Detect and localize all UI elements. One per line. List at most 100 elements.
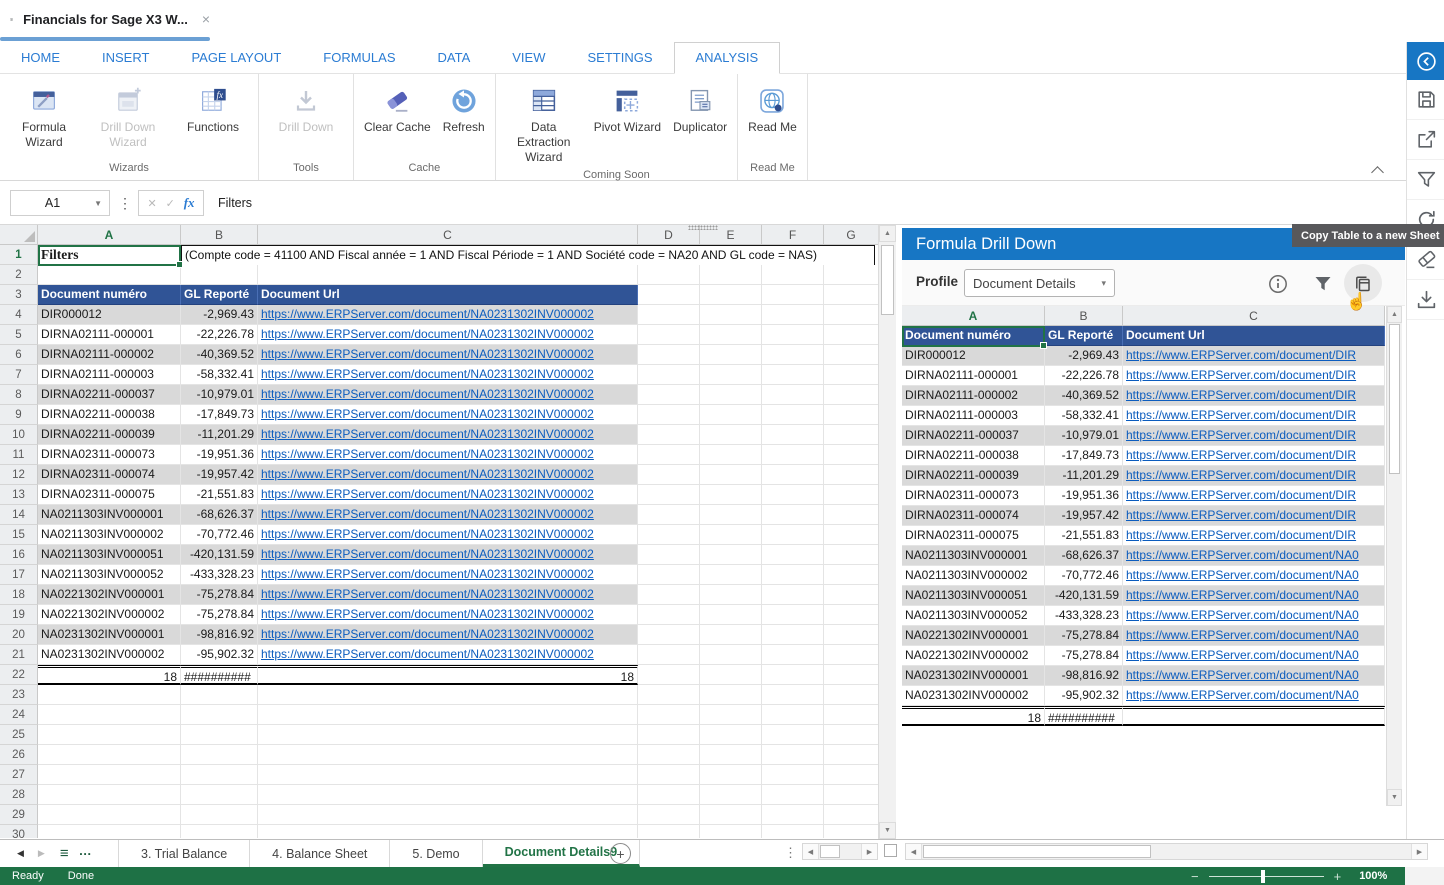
cell[interactable]: [181, 705, 258, 725]
cell[interactable]: [258, 725, 638, 745]
cell[interactable]: [762, 285, 824, 305]
document-url-link[interactable]: https://www.ERPServer.com/document/NA0: [1123, 686, 1385, 706]
cell[interactable]: [824, 745, 878, 765]
cancel-entry-icon[interactable]: ✕: [147, 197, 156, 210]
total-count-cell[interactable]: 18: [902, 706, 1045, 726]
scroll-right-icon[interactable]: ▶: [1411, 844, 1427, 859]
cell[interactable]: [700, 325, 762, 345]
ribbon-button-functions[interactable]: fxFunctions: [172, 84, 254, 137]
cell[interactable]: [38, 825, 181, 838]
document-url-link[interactable]: https://www.ERPServer.com/document/NA023…: [258, 505, 638, 525]
cell[interactable]: [762, 605, 824, 625]
cell[interactable]: [700, 785, 762, 805]
sheet-tab-4-balance-sheet[interactable]: 4. Balance Sheet: [250, 840, 390, 867]
cell[interactable]: [700, 425, 762, 445]
cell[interactable]: [258, 705, 638, 725]
cell[interactable]: [762, 345, 824, 365]
cell[interactable]: [38, 265, 181, 285]
sheet-tab-3-trial-balance[interactable]: 3. Trial Balance: [118, 840, 250, 867]
row-header-2[interactable]: 2: [0, 265, 38, 285]
row-header-30[interactable]: 30: [0, 825, 38, 838]
row-header-21[interactable]: 21: [0, 645, 38, 665]
cell[interactable]: [824, 725, 878, 745]
ribbon-tab-analysis[interactable]: ANALYSIS: [674, 42, 781, 74]
cell[interactable]: [38, 765, 181, 785]
cell[interactable]: [638, 805, 700, 825]
document-url-link[interactable]: https://www.ERPServer.com/document/NA023…: [258, 625, 638, 645]
cell[interactable]: [824, 445, 878, 465]
panel-table-header-document-url[interactable]: Document Url: [1123, 326, 1385, 346]
cell[interactable]: [638, 505, 700, 525]
cell[interactable]: [700, 305, 762, 325]
collapse-ribbon-icon[interactable]: [1370, 166, 1386, 176]
document-url-link[interactable]: https://www.ERPServer.com/document/DIR: [1123, 446, 1385, 466]
collapse-panel-button[interactable]: [1407, 42, 1444, 80]
cell[interactable]: [824, 825, 878, 838]
gl-amount-cell[interactable]: -95,902.32: [1045, 686, 1123, 706]
cell[interactable]: [638, 405, 700, 425]
confirm-entry-icon[interactable]: ✓: [166, 197, 175, 210]
document-number-cell[interactable]: NA0231302INV000001: [902, 666, 1045, 686]
document-number-cell[interactable]: NA0231302INV000001: [38, 625, 181, 645]
document-number-cell[interactable]: DIRNA02211-000039: [902, 466, 1045, 486]
gl-amount-cell[interactable]: -11,201.29: [1045, 466, 1123, 486]
cell[interactable]: [638, 425, 700, 445]
grid-horizontal-scrollbar[interactable]: ◀ ▶: [802, 843, 878, 860]
gl-amount-cell[interactable]: -2,969.43: [1045, 346, 1123, 366]
cell[interactable]: [258, 825, 638, 838]
share-icon[interactable]: [1407, 120, 1444, 160]
cell[interactable]: [762, 485, 824, 505]
cell[interactable]: [38, 685, 181, 705]
cell[interactable]: [181, 785, 258, 805]
cell[interactable]: [762, 405, 824, 425]
gl-amount-cell[interactable]: -19,951.36: [181, 445, 258, 465]
cell[interactable]: [181, 265, 258, 285]
cell[interactable]: [700, 385, 762, 405]
gl-amount-cell[interactable]: -19,957.42: [181, 465, 258, 485]
row-header-15[interactable]: 15: [0, 525, 38, 545]
document-number-cell[interactable]: DIRNA02311-000073: [38, 445, 181, 465]
row-header-4[interactable]: 4: [0, 305, 38, 325]
cell[interactable]: [638, 565, 700, 585]
cell[interactable]: [638, 305, 700, 325]
select-all-corner[interactable]: [0, 225, 38, 245]
cell[interactable]: [824, 385, 878, 405]
name-box[interactable]: A1 ▼: [10, 190, 110, 216]
ribbon-button-formula-wizard[interactable]: Formula Wizard: [4, 84, 84, 152]
ribbon-tab-page-layout[interactable]: PAGE LAYOUT: [170, 43, 302, 73]
gl-amount-cell[interactable]: -17,849.73: [1045, 446, 1123, 466]
zoom-slider[interactable]: [1209, 876, 1324, 877]
cell[interactable]: [638, 525, 700, 545]
row-header-9[interactable]: 9: [0, 405, 38, 425]
row-header-14[interactable]: 14: [0, 505, 38, 525]
gl-amount-cell[interactable]: -70,772.46: [1045, 566, 1123, 586]
document-url-link[interactable]: https://www.ERPServer.com/document/DIR: [1123, 526, 1385, 546]
cell[interactable]: [824, 265, 878, 285]
cell[interactable]: [824, 785, 878, 805]
gl-amount-cell[interactable]: -433,328.23: [181, 565, 258, 585]
filter-icon[interactable]: [1407, 160, 1444, 200]
cell[interactable]: [638, 645, 700, 665]
cell[interactable]: [638, 625, 700, 645]
row-header-12[interactable]: 12: [0, 465, 38, 485]
document-url-link[interactable]: https://www.ERPServer.com/document/NA0: [1123, 566, 1385, 586]
document-url-link[interactable]: https://www.ERPServer.com/document/NA023…: [258, 345, 638, 365]
gl-amount-cell[interactable]: -95,902.32: [181, 645, 258, 665]
document-number-cell[interactable]: DIRNA02111-000001: [38, 325, 181, 345]
name-box-caret-icon[interactable]: ▼: [94, 199, 109, 208]
cell[interactable]: [824, 665, 878, 685]
sheet-tab-5-demo[interactable]: 5. Demo: [390, 840, 482, 867]
cell[interactable]: [700, 505, 762, 525]
document-number-cell[interactable]: NA0231302INV000002: [38, 645, 181, 665]
cell[interactable]: [258, 745, 638, 765]
cell[interactable]: [762, 445, 824, 465]
total-overflow-cell[interactable]: ##########: [181, 665, 258, 685]
document-number-cell[interactable]: NA0211303INV000051: [902, 586, 1045, 606]
total-count-cell[interactable]: 18: [38, 665, 181, 685]
document-number-cell[interactable]: DIRNA02111-000003: [902, 406, 1045, 426]
cell[interactable]: [181, 745, 258, 765]
cell[interactable]: [638, 685, 700, 705]
cell[interactable]: [700, 365, 762, 385]
document-url-link[interactable]: https://www.ERPServer.com/document/DIR: [1123, 346, 1385, 366]
cell[interactable]: [700, 445, 762, 465]
